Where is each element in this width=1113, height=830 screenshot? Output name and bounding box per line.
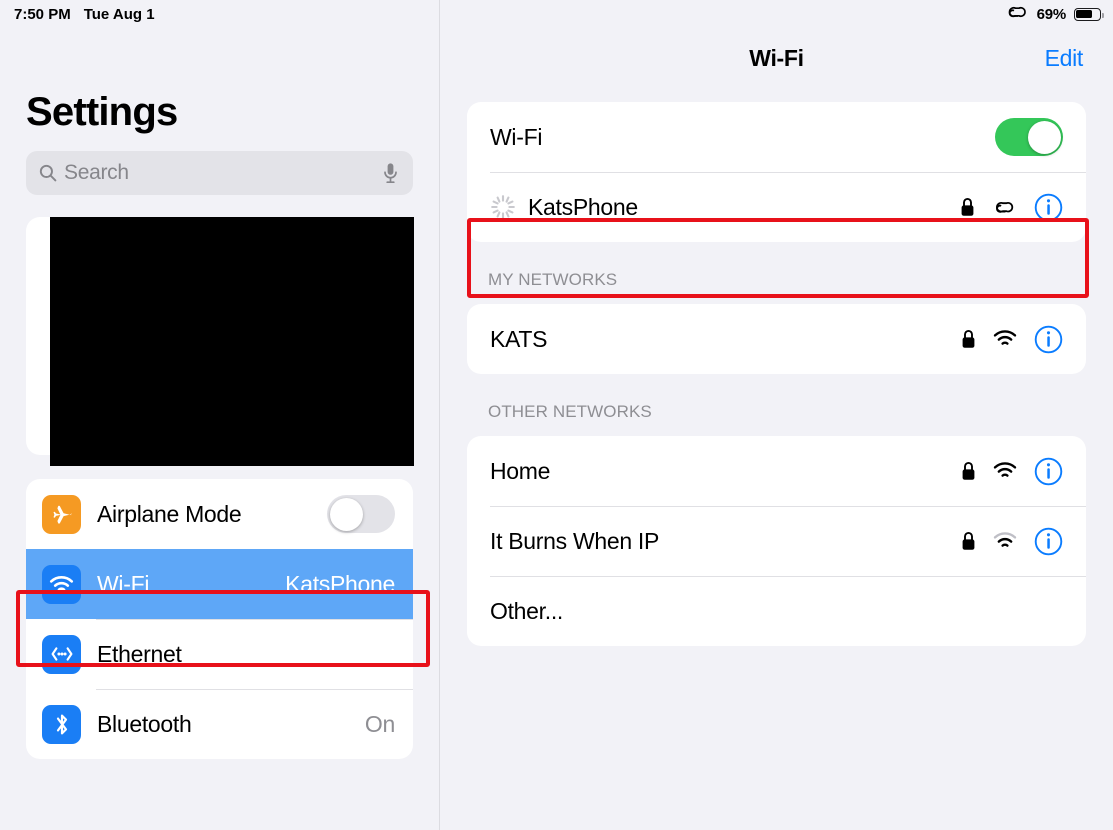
wifi-signal-icon — [993, 330, 1017, 348]
loading-spinner-icon — [490, 194, 516, 220]
ethernet-icon — [42, 634, 81, 674]
navigation-bar: Wi-Fi Edit — [440, 28, 1113, 88]
apple-id-card[interactable] — [26, 217, 414, 466]
status-time: 7:50 PM — [14, 5, 71, 23]
network-accessories — [961, 325, 1063, 354]
network-name: Home — [490, 457, 551, 484]
wifi-icon — [42, 564, 81, 604]
network-name: It Burns When IP — [490, 527, 660, 554]
network-name: KatsPhone — [528, 193, 638, 220]
network-row-home[interactable]: Home — [467, 436, 1086, 506]
lock-icon — [960, 197, 975, 217]
battery-icon — [1074, 7, 1104, 21]
wifi-toggle[interactable] — [995, 118, 1063, 156]
airplane-icon — [42, 494, 81, 534]
sidebar-item-value: On — [364, 710, 395, 737]
network-accessories — [960, 193, 1063, 222]
status-bar: 7:50 PM Tue Aug 1 69% — [0, 0, 1113, 28]
sidebar-item-bluetooth[interactable]: Bluetooth On — [26, 689, 413, 759]
my-networks-group: KATS — [467, 304, 1086, 374]
wifi-status-group: Wi-Fi KatsPhone — [467, 102, 1086, 242]
search-icon — [39, 164, 57, 182]
network-name: KATS — [490, 325, 548, 352]
nav-title: Wi-Fi — [749, 44, 804, 71]
status-date: Tue Aug 1 — [83, 5, 155, 23]
microphone-icon[interactable] — [382, 162, 399, 184]
lock-icon — [961, 329, 976, 349]
lock-icon — [961, 461, 976, 481]
wifi-toggle-row[interactable]: Wi-Fi — [467, 102, 1086, 172]
network-accessories — [961, 457, 1063, 486]
sidebar-item-wifi[interactable]: Wi-Fi KatsPhone — [26, 549, 413, 619]
network-row-kats[interactable]: KATS — [467, 304, 1086, 374]
ipad-settings-screen: 7:50 PM Tue Aug 1 69% Settings Search Ai… — [0, 0, 1113, 830]
connectivity-group: Airplane Mode Wi-Fi KatsPhone Ethernet B… — [26, 479, 413, 759]
info-circle-icon[interactable] — [1034, 457, 1063, 486]
sidebar-item-label: Airplane Mode — [97, 500, 242, 527]
sidebar-item-airplane-mode[interactable]: Airplane Mode — [26, 479, 413, 549]
hotspot-link-icon — [1005, 4, 1029, 24]
sidebar-item-ethernet[interactable]: Ethernet — [26, 619, 413, 689]
network-name: Other... — [490, 597, 564, 624]
other-networks-group: Home It Burns When IP Other... — [467, 436, 1086, 646]
sidebar-item-label: Wi-Fi — [97, 570, 150, 597]
network-row-katsphone[interactable]: KatsPhone — [467, 172, 1086, 242]
page-title: Settings — [26, 90, 178, 134]
redaction-overlay — [50, 217, 414, 466]
info-circle-icon[interactable] — [1034, 527, 1063, 556]
settings-sidebar: Settings Search Airplane Mode Wi-Fi Kats… — [0, 0, 440, 830]
network-row-it-burns-when-ip[interactable]: It Burns When IP — [467, 506, 1086, 576]
lock-icon — [961, 531, 976, 551]
sidebar-item-label: Ethernet — [97, 640, 182, 667]
status-bar-left: 7:50 PM Tue Aug 1 — [14, 6, 155, 23]
wifi-signal-icon — [993, 462, 1017, 480]
wifi-detail-pane: Wi-Fi Edit Wi-Fi KatsPhone MY NETWORKS K… — [440, 0, 1113, 830]
airplane-mode-toggle[interactable] — [327, 495, 395, 533]
edit-button[interactable]: Edit — [1045, 45, 1084, 72]
sidebar-item-label: Bluetooth — [97, 710, 192, 737]
section-header-other-networks: OTHER NETWORKS — [488, 402, 652, 421]
section-header-my-networks: MY NETWORKS — [488, 270, 618, 289]
hotspot-link-icon — [992, 199, 1017, 216]
wifi-signal-icon — [993, 532, 1017, 550]
bluetooth-icon — [42, 704, 81, 744]
wifi-toggle-label: Wi-Fi — [490, 123, 543, 150]
search-placeholder: Search — [64, 161, 129, 184]
info-circle-icon[interactable] — [1034, 193, 1063, 222]
network-row-other[interactable]: Other... — [467, 576, 1086, 646]
sidebar-item-value: KatsPhone — [285, 570, 395, 597]
network-accessories — [961, 527, 1063, 556]
battery-percent: 69% — [1036, 5, 1067, 23]
info-circle-icon[interactable] — [1034, 325, 1063, 354]
status-bar-right: 69% — [1005, 4, 1104, 24]
search-field[interactable]: Search — [26, 151, 413, 195]
